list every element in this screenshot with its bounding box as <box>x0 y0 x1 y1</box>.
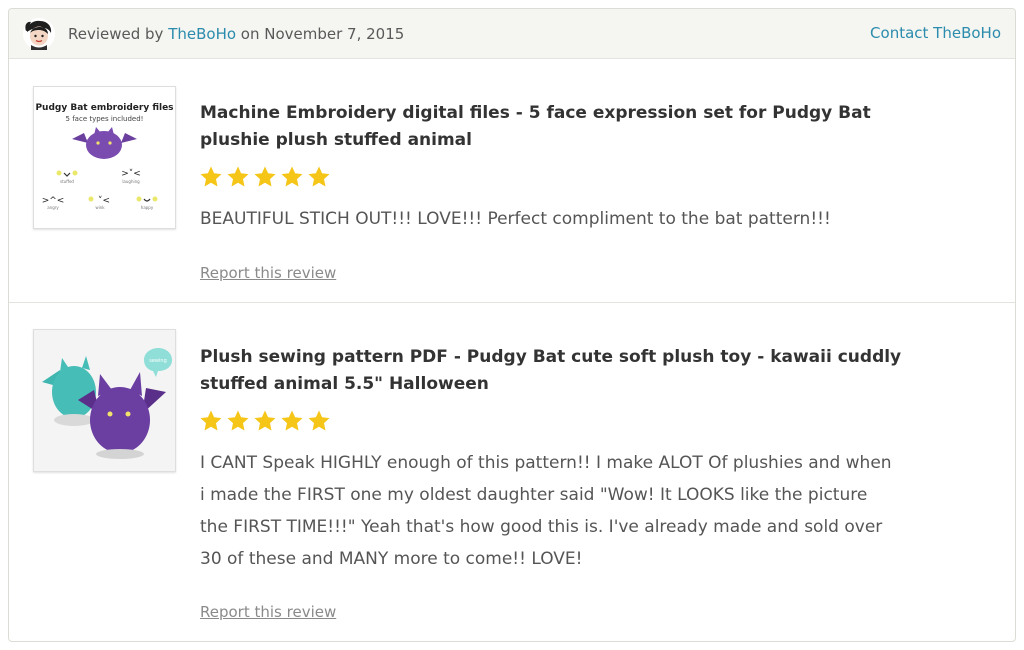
svg-text:stuffed: stuffed <box>60 179 74 184</box>
reviewer-avatar[interactable] <box>23 18 55 50</box>
contact-seller-link[interactable]: Contact TheBoHo <box>870 24 1001 42</box>
star-icon <box>281 410 303 431</box>
star-icon <box>308 166 330 187</box>
star-icon <box>281 166 303 187</box>
star-icon <box>200 166 222 187</box>
review-date: on November 7, 2015 <box>236 25 405 43</box>
thumbnail-title: Pudgy Bat embroidery files <box>35 103 174 113</box>
reviewed-by-prefix: Reviewed by <box>68 25 169 43</box>
review-item: sewing Plush sewing pattern PDF - Pudgy … <box>9 303 1015 641</box>
star-icon <box>200 410 222 431</box>
report-review-link[interactable]: Report this review <box>200 264 336 282</box>
listing-title[interactable]: Plush sewing pattern PDF - Pudgy Bat cut… <box>200 344 920 398</box>
svg-text:angry: angry <box>47 205 59 210</box>
svg-text:happy: happy <box>141 205 154 210</box>
svg-text:laughing: laughing <box>122 179 140 184</box>
bat-plush-image: sewing <box>34 330 175 471</box>
svg-text:wink: wink <box>95 205 105 210</box>
svg-text:>˅<: >˅< <box>121 169 141 179</box>
star-icon <box>254 166 276 187</box>
review-card: Reviewed by TheBoHo on November 7, 2015 … <box>8 8 1016 642</box>
star-icon <box>308 410 330 431</box>
listing-title[interactable]: Machine Embroidery digital files - 5 fac… <box>200 100 920 154</box>
listing-thumbnail[interactable]: Pudgy Bat embroidery files 5 face types … <box>33 86 176 229</box>
thumbnail-subtitle: 5 face types included! <box>65 115 144 123</box>
star-icon <box>254 410 276 431</box>
star-icon <box>227 166 249 187</box>
review-text: BEAUTIFUL STICH OUT!!! LOVE!!! Perfect c… <box>200 209 831 229</box>
reviewer-name-link[interactable]: TheBoHo <box>168 25 236 43</box>
star-rating <box>199 409 331 433</box>
review-text: I CANT Speak HIGHLY enough of this patte… <box>200 453 892 569</box>
review-header: Reviewed by TheBoHo on November 7, 2015 … <box>9 9 1015 59</box>
listing-thumbnail[interactable]: sewing <box>33 329 176 472</box>
bat-embroidery-image: stuffed >˅< laughing >^< angry ˅< wink h… <box>42 127 158 210</box>
star-rating <box>199 165 331 189</box>
report-review-link[interactable]: Report this review <box>200 603 336 621</box>
review-item: Pudgy Bat embroidery files 5 face types … <box>9 59 1015 303</box>
svg-text:sewing: sewing <box>149 358 167 364</box>
star-icon <box>227 410 249 431</box>
reviewed-by-line: Reviewed by TheBoHo on November 7, 2015 <box>68 25 404 43</box>
